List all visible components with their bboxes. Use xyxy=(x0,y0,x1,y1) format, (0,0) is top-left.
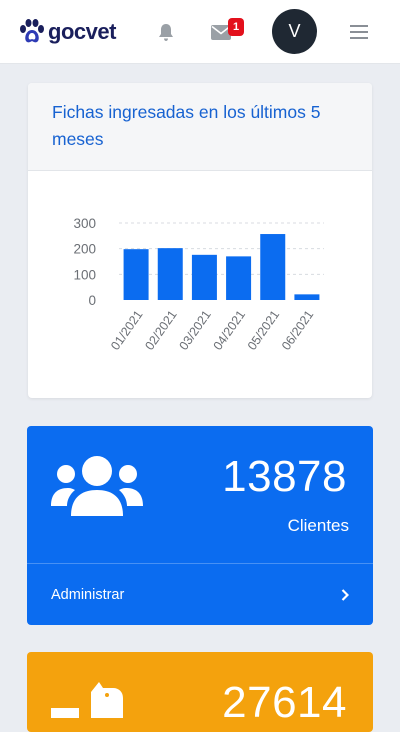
chart-bar xyxy=(191,254,217,300)
hamburger-icon xyxy=(350,25,368,39)
chart-card-header: Fichas ingresadas en los últimos 5 meses xyxy=(28,83,372,171)
x-tick-label: 03/2021 xyxy=(176,308,213,353)
messages-button[interactable]: 1 xyxy=(210,18,244,44)
brand-name: gocvet xyxy=(48,19,116,44)
dog-icon xyxy=(51,682,123,718)
chart-bar xyxy=(226,256,252,300)
brand-logo[interactable]: gocvet xyxy=(18,17,116,47)
clients-manage-link[interactable]: Administrar xyxy=(27,563,373,625)
users-icon xyxy=(51,456,143,516)
x-tick-label: 04/2021 xyxy=(211,308,248,353)
clients-count: 13878 xyxy=(222,452,347,501)
menu-button[interactable] xyxy=(349,20,369,44)
chart-bar xyxy=(123,249,149,300)
y-tick-label: 0 xyxy=(88,293,96,308)
x-tick-label: 06/2021 xyxy=(279,308,316,353)
chevron-right-icon xyxy=(341,588,349,601)
pets-stat-card: 27614 xyxy=(27,652,373,732)
messages-badge: 1 xyxy=(228,18,244,36)
notifications-button[interactable] xyxy=(156,20,176,44)
bell-icon xyxy=(159,23,173,41)
y-tick-label: 300 xyxy=(73,216,96,231)
chart-bar xyxy=(260,234,286,300)
user-avatar[interactable]: V xyxy=(272,9,317,54)
bar-chart: 0 100 200 300 01/202102/202103/202104/202105… xyxy=(73,216,324,353)
x-tick-label: 02/2021 xyxy=(142,308,179,353)
y-tick-label: 100 xyxy=(73,267,96,282)
chart-card: Fichas ingresadas en los últimos 5 meses… xyxy=(28,83,372,398)
x-tick-label: 01/2021 xyxy=(108,308,145,353)
clients-stat-card: 13878 Clientes Administrar xyxy=(27,426,373,625)
x-tick-label: 05/2021 xyxy=(245,308,282,353)
y-tick-label: 200 xyxy=(73,242,96,257)
clients-label: Clientes xyxy=(287,516,349,535)
chart-title: Fichas ingresadas en los últimos 5 meses xyxy=(52,102,321,149)
manage-label: Administrar xyxy=(51,586,125,603)
chart-bar xyxy=(157,248,183,300)
avatar-initial: V xyxy=(288,21,301,41)
pets-count: 27614 xyxy=(222,678,347,727)
top-navbar: gocvet 1 V xyxy=(0,0,400,64)
paw-icon xyxy=(20,19,44,43)
chart-bar xyxy=(294,294,320,300)
